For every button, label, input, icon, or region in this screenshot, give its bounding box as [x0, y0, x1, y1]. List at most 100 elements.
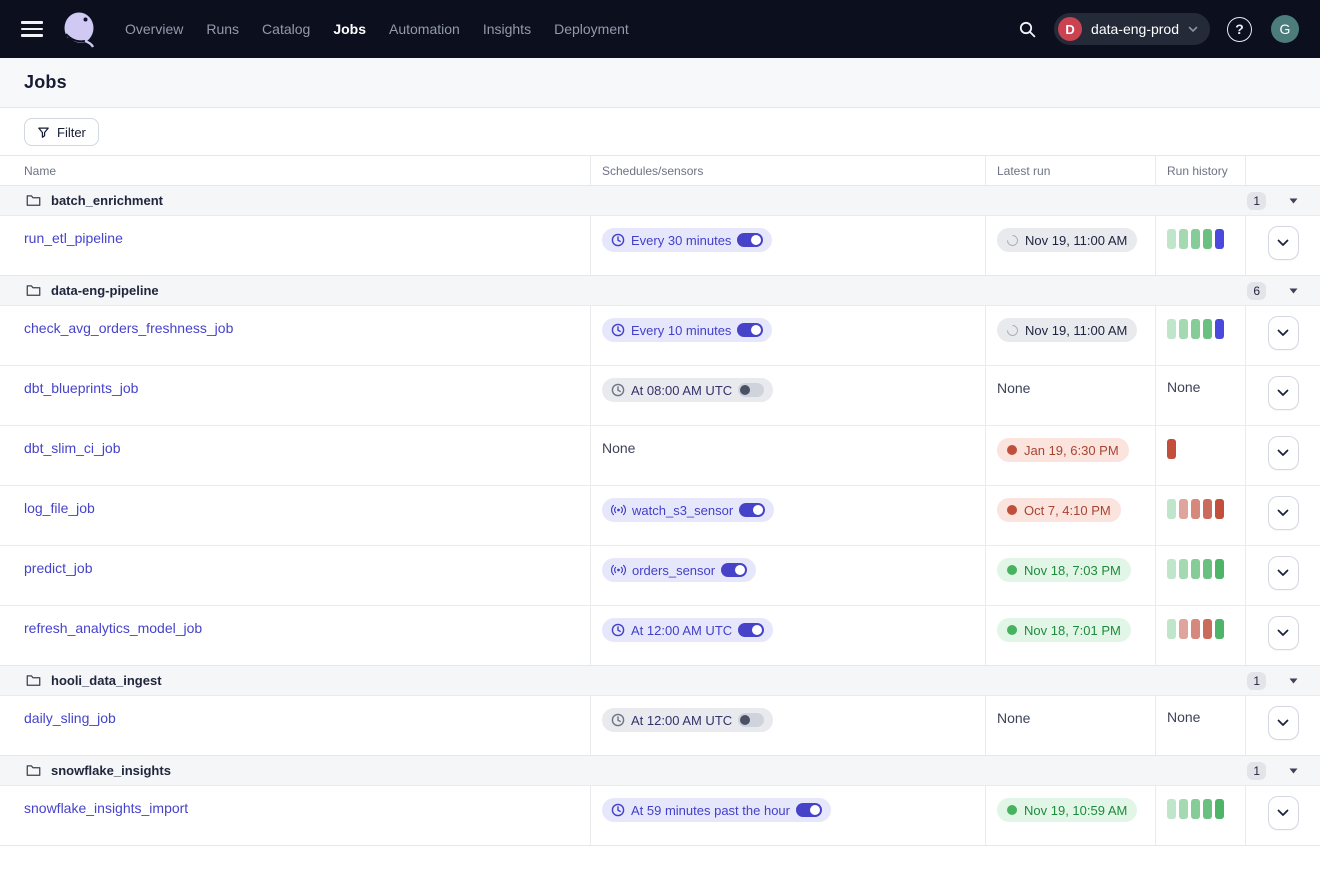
toggle-switch[interactable]	[737, 233, 763, 247]
job-name-link[interactable]: check_avg_orders_freshness_job	[24, 320, 233, 336]
schedule-badge[interactable]: Every 30 minutes	[602, 228, 772, 252]
toggle-switch[interactable]	[739, 503, 765, 517]
expand-row-button[interactable]	[1268, 556, 1299, 590]
run-history-bar[interactable]	[1215, 319, 1224, 339]
run-history-bar[interactable]	[1215, 619, 1224, 639]
schedule-badge[interactable]: At 12:00 AM UTC	[602, 708, 773, 732]
schedule-badge[interactable]: watch_s3_sensor	[602, 498, 774, 522]
dagster-logo[interactable]	[59, 8, 99, 50]
group-row[interactable]: hooli_data_ingest 1	[0, 665, 1320, 695]
run-history-bar[interactable]	[1167, 229, 1176, 249]
expand-row-button[interactable]	[1268, 796, 1299, 830]
job-name-link[interactable]: log_file_job	[24, 500, 95, 516]
menu-icon[interactable]	[21, 21, 43, 36]
expand-row-button[interactable]	[1268, 226, 1299, 260]
run-history-bar[interactable]	[1167, 559, 1176, 579]
run-history-bar[interactable]	[1203, 799, 1212, 819]
filter-button[interactable]: Filter	[24, 118, 99, 146]
nav-item-catalog[interactable]: Catalog	[262, 21, 310, 37]
help-icon[interactable]: ?	[1227, 17, 1252, 42]
group-row[interactable]: snowflake_insights 1	[0, 755, 1320, 785]
schedule-badge[interactable]: orders_sensor	[602, 558, 756, 582]
schedule-label: Every 10 minutes	[631, 323, 731, 338]
latest-run-badge[interactable]: Jan 19, 6:30 PM	[997, 438, 1129, 462]
run-history-bar[interactable]	[1215, 559, 1224, 579]
run-history-bar[interactable]	[1167, 499, 1176, 519]
run-history-bar[interactable]	[1191, 559, 1200, 579]
job-name-link[interactable]: dbt_blueprints_job	[24, 380, 138, 396]
run-history-bar[interactable]	[1203, 229, 1212, 249]
caret-down-icon[interactable]	[1289, 678, 1298, 684]
latest-run-badge[interactable]: Nov 18, 7:03 PM	[997, 558, 1131, 582]
expand-row-button[interactable]	[1268, 376, 1299, 410]
expand-row-button[interactable]	[1268, 436, 1299, 470]
run-history-bar[interactable]	[1167, 319, 1176, 339]
nav-item-overview[interactable]: Overview	[125, 21, 183, 37]
run-history-bar[interactable]	[1215, 229, 1224, 249]
latest-run-badge[interactable]: Oct 7, 4:10 PM	[997, 498, 1121, 522]
run-history-bar[interactable]	[1215, 499, 1224, 519]
run-history-bar[interactable]	[1179, 619, 1188, 639]
user-avatar[interactable]: G	[1271, 15, 1299, 43]
run-history-bar[interactable]	[1191, 319, 1200, 339]
run-history-bar[interactable]	[1179, 229, 1188, 249]
nav-item-jobs[interactable]: Jobs	[333, 21, 366, 37]
run-history-bar[interactable]	[1179, 499, 1188, 519]
nav-item-insights[interactable]: Insights	[483, 21, 531, 37]
latest-run-badge[interactable]: Nov 18, 7:01 PM	[997, 618, 1131, 642]
schedule-badge[interactable]: At 59 minutes past the hour	[602, 798, 831, 822]
run-history-bar[interactable]	[1203, 319, 1212, 339]
run-history-bar[interactable]	[1215, 799, 1224, 819]
run-history-bar[interactable]	[1167, 619, 1176, 639]
run-history-bar[interactable]	[1203, 559, 1212, 579]
nav-item-deployment[interactable]: Deployment	[554, 21, 629, 37]
group-name: hooli_data_ingest	[51, 673, 162, 688]
latest-run-badge[interactable]: Nov 19, 10:59 AM	[997, 798, 1137, 822]
expand-row-button[interactable]	[1268, 496, 1299, 530]
deployment-switcher[interactable]: D data-eng-prod	[1054, 13, 1210, 45]
job-name-link[interactable]: daily_sling_job	[24, 710, 116, 726]
job-name-link[interactable]: snowflake_insights_import	[24, 800, 188, 816]
run-history-bar[interactable]	[1167, 799, 1176, 819]
expand-row-button[interactable]	[1268, 616, 1299, 650]
group-row[interactable]: data-eng-pipeline 6	[0, 275, 1320, 305]
run-history-bar[interactable]	[1179, 799, 1188, 819]
caret-down-icon[interactable]	[1289, 288, 1298, 294]
nav-item-runs[interactable]: Runs	[206, 21, 239, 37]
run-history-bar[interactable]	[1167, 439, 1176, 459]
run-history-bar[interactable]	[1179, 319, 1188, 339]
run-history-cell	[1155, 306, 1245, 365]
job-name-link[interactable]: run_etl_pipeline	[24, 230, 123, 246]
run-history-bar[interactable]	[1179, 559, 1188, 579]
toggle-switch[interactable]	[738, 383, 764, 397]
nav-item-automation[interactable]: Automation	[389, 21, 460, 37]
caret-down-icon[interactable]	[1289, 198, 1298, 204]
schedule-badge[interactable]: At 12:00 AM UTC	[602, 618, 773, 642]
run-history-bar[interactable]	[1203, 619, 1212, 639]
job-name-link[interactable]: refresh_analytics_model_job	[24, 620, 202, 636]
run-history-bar[interactable]	[1203, 499, 1212, 519]
chevron-down-icon	[1277, 809, 1289, 817]
schedule-badge[interactable]: At 08:00 AM UTC	[602, 378, 773, 402]
latest-run-badge[interactable]: Nov 19, 11:00 AM	[997, 318, 1137, 342]
run-history-bar[interactable]	[1191, 619, 1200, 639]
expand-row-button[interactable]	[1268, 706, 1299, 740]
latest-run-badge[interactable]: Nov 19, 11:00 AM	[997, 228, 1137, 252]
search-icon[interactable]	[1012, 14, 1042, 44]
toggle-switch[interactable]	[796, 803, 822, 817]
toggle-switch[interactable]	[737, 323, 763, 337]
schedule-badge[interactable]: Every 10 minutes	[602, 318, 772, 342]
clock-icon	[611, 233, 625, 247]
expand-row-button[interactable]	[1268, 316, 1299, 350]
run-history-bar[interactable]	[1191, 799, 1200, 819]
run-history-bar[interactable]	[1191, 499, 1200, 519]
toggle-switch[interactable]	[721, 563, 747, 577]
schedule-cell: watch_s3_sensor	[590, 486, 985, 545]
caret-down-icon[interactable]	[1289, 768, 1298, 774]
toggle-switch[interactable]	[738, 623, 764, 637]
job-name-link[interactable]: predict_job	[24, 560, 93, 576]
toggle-switch[interactable]	[738, 713, 764, 727]
job-name-link[interactable]: dbt_slim_ci_job	[24, 440, 121, 456]
group-row[interactable]: batch_enrichment 1	[0, 185, 1320, 215]
run-history-bar[interactable]	[1191, 229, 1200, 249]
